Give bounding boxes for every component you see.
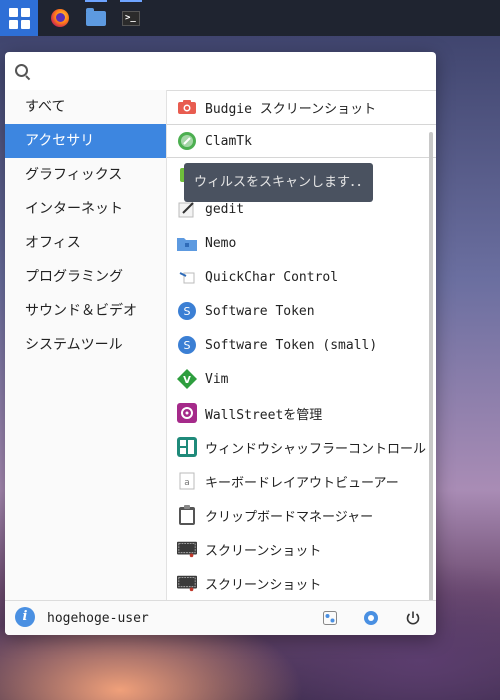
camera-icon <box>177 97 197 117</box>
running-indicator <box>85 0 107 2</box>
text-editor-icon <box>177 199 197 219</box>
category-programming[interactable]: プログラミング <box>5 260 166 294</box>
app-label: スクリーンショット <box>205 577 322 593</box>
app-label: クリップボードマネージャー <box>205 509 374 525</box>
app-item[interactable]: WallStreetを管理 <box>167 396 436 430</box>
app-item[interactable]: S Software Token (small) <box>167 328 436 362</box>
category-internet[interactable]: インターネット <box>5 192 166 226</box>
search-bar <box>5 52 436 91</box>
screenshot-icon <box>177 573 197 593</box>
files-icon <box>86 7 106 26</box>
svg-text:V: V <box>183 375 191 386</box>
category-sound-video[interactable]: サウンド＆ビデオ <box>5 294 166 328</box>
app-label: Vim <box>205 371 229 387</box>
category-system-tools[interactable]: システムツール <box>5 328 166 362</box>
app-item[interactable]: Nemo <box>167 226 436 260</box>
app-label: Budgie スクリーンショット <box>205 101 377 117</box>
power-icon <box>406 611 420 625</box>
app-item[interactable]: a キーボードレイアウトビューアー <box>167 464 436 498</box>
quickchar-icon <box>177 267 197 287</box>
app-item[interactable]: V Vim <box>167 362 436 396</box>
power-button[interactable] <box>404 609 422 627</box>
app-menu-icon <box>8 7 30 29</box>
control-center-icon <box>323 611 337 625</box>
app-label: キーボードレイアウトビューアー <box>205 475 399 491</box>
folder-icon <box>177 233 197 253</box>
app-item[interactable]: Budgie スクリーンショット <box>167 90 436 124</box>
tooltip: ウィルスをスキャンします．． <box>184 163 373 202</box>
category-all[interactable]: すべて <box>5 90 166 124</box>
search-icon <box>15 64 28 77</box>
lock-button[interactable] <box>362 609 380 627</box>
app-item[interactable]: クリップボードマネージャー <box>167 498 436 532</box>
token-icon: S <box>177 335 197 355</box>
running-indicator <box>120 0 142 2</box>
app-label: Nemo <box>205 235 237 251</box>
vim-icon: V <box>177 369 197 389</box>
terminal-icon: >_ <box>122 10 140 26</box>
app-menu-button[interactable] <box>0 0 38 36</box>
category-office[interactable]: オフィス <box>5 226 166 260</box>
app-label: ClamTk <box>205 133 252 149</box>
lock-screen-icon <box>364 611 378 625</box>
menu-footer: i hogehoge-user <box>5 600 436 635</box>
keyboard-layout-icon: a <box>177 471 197 491</box>
search-input[interactable] <box>37 60 421 84</box>
firefox-launcher[interactable] <box>41 0 79 36</box>
clipboard-icon <box>177 505 197 525</box>
app-item[interactable]: スクリーンショット <box>167 566 436 600</box>
clamtk-icon <box>177 131 197 151</box>
screenshot-icon <box>177 539 197 559</box>
app-label: ウィンドウシャッフラーコントロール <box>205 441 427 457</box>
app-label: gedit <box>205 201 245 217</box>
app-label: QuickChar Control <box>205 269 339 285</box>
firefox-icon <box>51 9 69 27</box>
token-icon: S <box>177 301 197 321</box>
settings-button[interactable] <box>321 609 339 627</box>
top-panel: >_ <box>0 0 500 36</box>
app-item[interactable]: スクリーンショット <box>167 532 436 566</box>
wallstreet-icon <box>177 403 197 423</box>
window-shuffler-icon <box>177 437 197 457</box>
app-label: Software Token <box>205 303 315 319</box>
app-item[interactable]: S Software Token <box>167 294 436 328</box>
scrollbar[interactable] <box>429 132 433 600</box>
category-graphics[interactable]: グラフィックス <box>5 158 166 192</box>
app-label: スクリーンショット <box>205 543 322 559</box>
category-list: すべて アクセサリ グラフィックス インターネット オフィス プログラミング サ… <box>5 90 167 600</box>
svg-text:S: S <box>184 305 191 318</box>
files-launcher[interactable] <box>77 0 115 36</box>
user-info-icon[interactable]: i <box>15 607 35 627</box>
svg-text:a: a <box>184 478 190 488</box>
category-accessories[interactable]: アクセサリ <box>5 124 166 158</box>
svg-text:S: S <box>184 339 191 352</box>
app-label: WallStreetを管理 <box>205 407 323 423</box>
app-item[interactable]: ClamTk <box>167 124 436 158</box>
app-item[interactable]: ウィンドウシャッフラーコントロール <box>167 430 436 464</box>
app-label: Software Token (small) <box>205 337 378 353</box>
terminal-launcher[interactable]: >_ <box>112 0 150 36</box>
app-item[interactable]: QuickChar Control <box>167 260 436 294</box>
user-name[interactable]: hogehoge-user <box>47 601 149 635</box>
app-menu-popover: すべて アクセサリ グラフィックス インターネット オフィス プログラミング サ… <box>5 52 436 635</box>
